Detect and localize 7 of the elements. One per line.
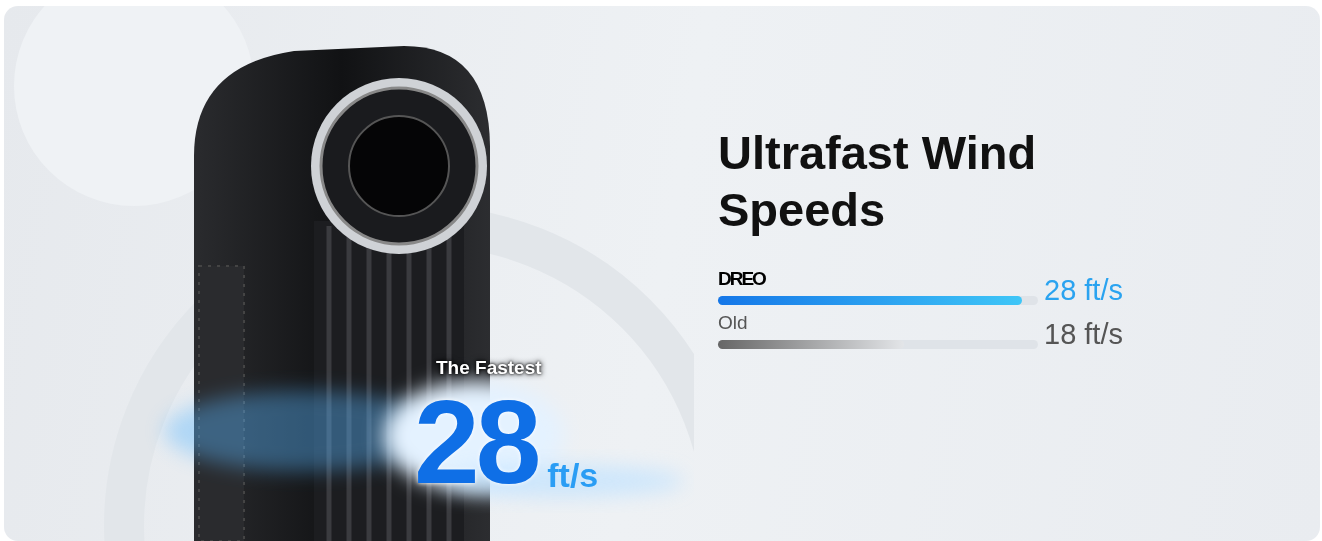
headline: Ultrafast Wind Speeds xyxy=(718,125,1038,239)
speed-unit: ft/s xyxy=(547,454,599,496)
brand-logo: DREO xyxy=(718,268,767,288)
comparison-label: Old xyxy=(718,312,749,332)
speed-reading: 28 ft/s xyxy=(1044,275,1123,305)
speed-reading: 18 ft/s xyxy=(1044,319,1123,349)
speed-value: 28 xyxy=(414,382,538,501)
